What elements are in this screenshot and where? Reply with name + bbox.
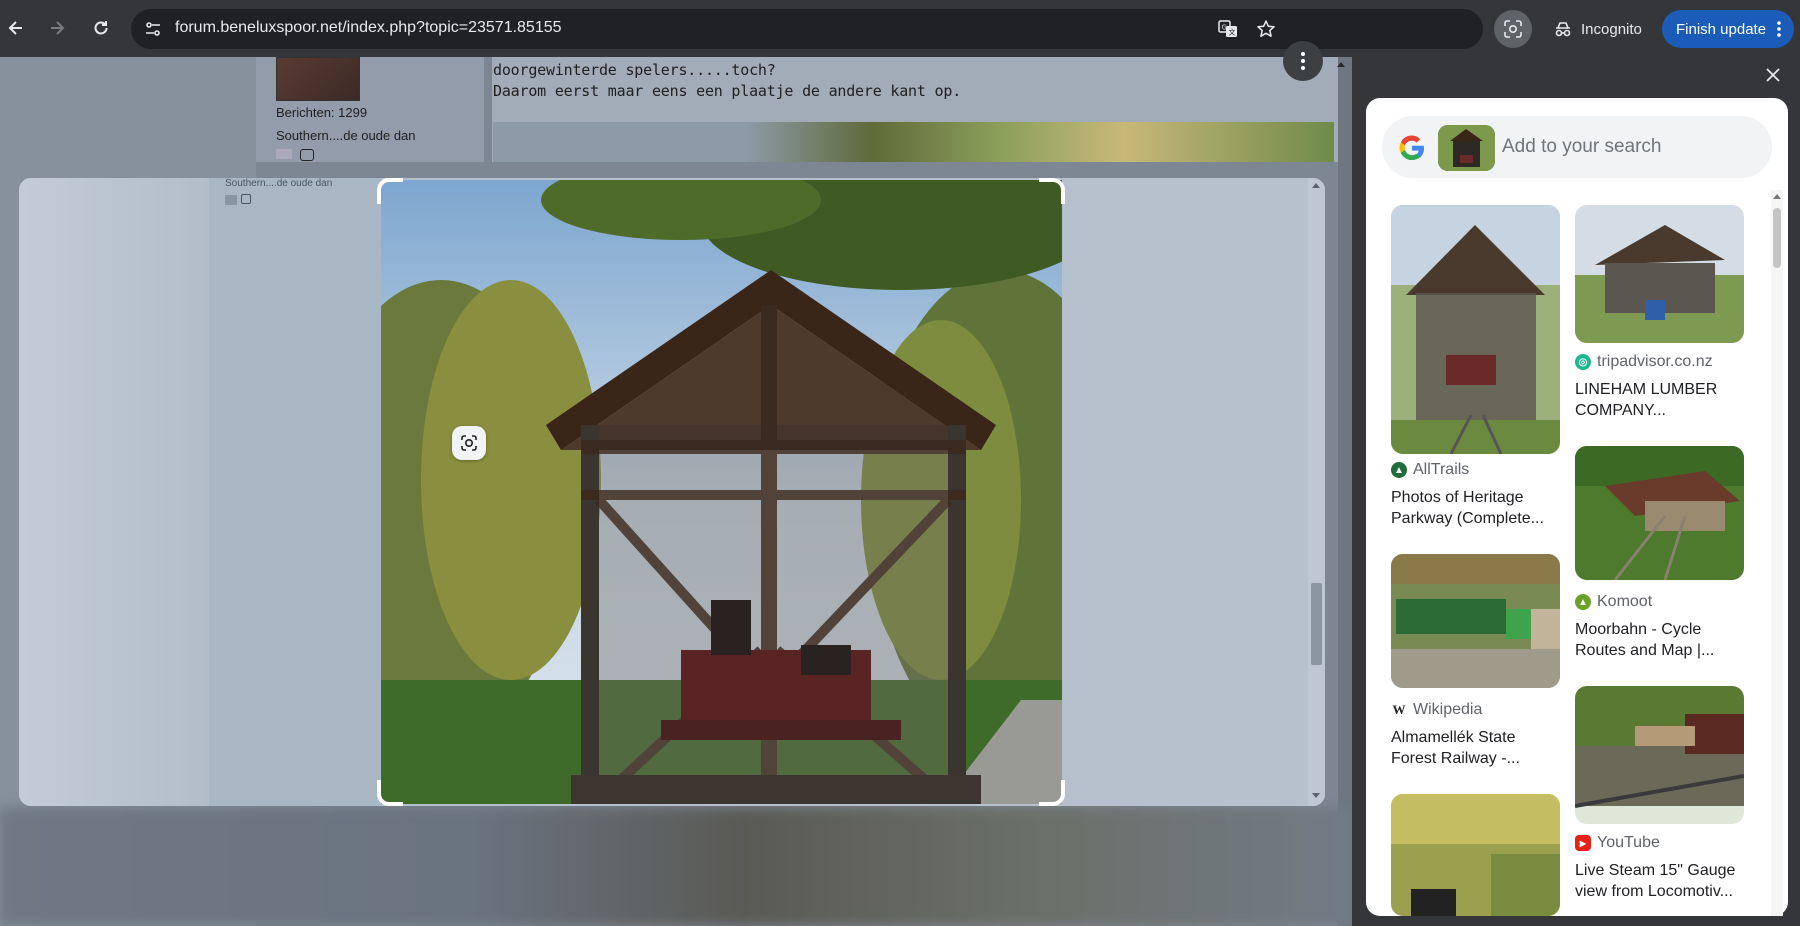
result-source-label: YouTube <box>1597 834 1660 851</box>
url-text[interactable]: forum.beneluxspoor.net/index.php?topic=2… <box>175 19 562 37</box>
post-line-1: doorgewinterde spelers.....toch? <box>493 61 776 79</box>
overlay-scroll-up[interactable] <box>1312 183 1320 188</box>
overlay-scroll-thumb[interactable] <box>1311 583 1322 665</box>
address-bar[interactable]: forum.beneluxspoor.net/index.php?topic=2… <box>131 9 1483 49</box>
lens-icon <box>1504 20 1522 38</box>
message-icon[interactable] <box>300 149 314 161</box>
overlay-scroll-down[interactable] <box>1312 793 1320 798</box>
incognito-indicator[interactable]: Incognito <box>1543 10 1656 48</box>
result-image-3[interactable] <box>1575 446 1744 580</box>
selection-thumbnail[interactable] <box>1438 125 1495 171</box>
results-scrollbar[interactable] <box>1771 190 1783 916</box>
site-info-icon <box>146 22 160 36</box>
reload-icon <box>94 21 108 35</box>
svg-text:文: 文 <box>1229 28 1236 37</box>
post-line-2: Daarom eerst maar eens een plaatje de an… <box>493 82 962 100</box>
selected-photo[interactable] <box>381 180 1062 804</box>
result-title-4[interactable]: Almamellék State Forest Railway -... <box>1391 727 1561 769</box>
close-icon <box>1766 68 1780 82</box>
overlay-left <box>19 178 209 806</box>
incognito-icon <box>1555 22 1571 37</box>
selection-corner-top-left[interactable] <box>377 178 403 204</box>
overlay-member-column <box>209 178 381 806</box>
avatar[interactable] <box>276 57 360 101</box>
result-source-5[interactable]: ▶ YouTube <box>1575 834 1660 852</box>
results-scroll-thumb[interactable] <box>1773 208 1781 268</box>
site-info-button[interactable] <box>139 15 167 43</box>
more-vert-icon <box>1777 21 1781 37</box>
lens-toolbar-button[interactable] <box>1494 10 1532 48</box>
alltrails-favicon: ▲ <box>1391 462 1407 478</box>
result-image-1[interactable] <box>1391 205 1560 454</box>
selection-corner-bottom-right[interactable] <box>1039 780 1065 806</box>
result-title-1[interactable]: Photos of Heritage Parkway (Complete... <box>1391 487 1561 529</box>
overlay-member-icon <box>225 195 237 205</box>
lens-icon <box>461 435 477 451</box>
tripadvisor-favicon: ◎ <box>1575 354 1591 370</box>
result-title-3[interactable]: Moorbahn - Cycle Routes and Map |... <box>1575 619 1745 661</box>
result-source-4[interactable]: W Wikipedia <box>1391 701 1482 719</box>
finish-update-label: Finish update <box>1676 20 1767 38</box>
page-more-button[interactable] <box>1283 41 1323 81</box>
close-side-panel-button[interactable] <box>1760 62 1786 88</box>
back-icon <box>8 21 22 35</box>
overlay-member-text: Southern....de oude dan <box>225 178 333 189</box>
result-source-label: tripadvisor.co.nz <box>1597 353 1713 370</box>
back-button[interactable] <box>2 14 30 42</box>
result-title-2[interactable]: LINEHAM LUMBER COMPANY... <box>1575 379 1745 421</box>
result-image-6[interactable] <box>1391 794 1560 916</box>
result-image-4[interactable] <box>1391 554 1560 688</box>
forward-button[interactable] <box>43 14 71 42</box>
results-scroll-up[interactable] <box>1773 194 1781 199</box>
youtube-favicon: ▶ <box>1575 835 1591 851</box>
selection-corner-top-right[interactable] <box>1039 178 1065 204</box>
wikipedia-favicon: W <box>1391 702 1407 718</box>
lens-search-chip[interactable] <box>452 426 486 460</box>
member-icon-1[interactable] <box>276 149 292 159</box>
scroll-up-arrow[interactable] <box>1337 62 1345 67</box>
selection-corner-bottom-left[interactable] <box>377 780 403 806</box>
post-count: Berichten: 1299 <box>276 105 368 120</box>
member-text: Southern....de oude dan <box>276 128 416 143</box>
forward-icon <box>51 21 65 35</box>
result-source-label: AllTrails <box>1413 461 1470 478</box>
translate-button[interactable]: G文 <box>1216 17 1240 41</box>
result-image-2[interactable] <box>1575 205 1744 343</box>
result-source-label: Komoot <box>1597 593 1653 610</box>
incognito-label: Incognito <box>1581 20 1642 38</box>
result-source-3[interactable]: ▲ Komoot <box>1575 593 1652 611</box>
google-logo <box>1399 135 1425 161</box>
result-image-5[interactable] <box>1575 686 1744 824</box>
result-source-label: Wikipedia <box>1413 701 1483 718</box>
reload-button[interactable] <box>87 14 115 42</box>
result-source-1[interactable]: ▲ AllTrails <box>1391 461 1469 479</box>
more-vert-icon <box>1301 52 1305 70</box>
page-bottom <box>0 807 1352 926</box>
page-scrollbar[interactable] <box>1338 57 1352 926</box>
overlay-message-icon <box>241 194 251 204</box>
bookmark-button[interactable] <box>1254 17 1278 41</box>
post-image[interactable] <box>493 122 1334 162</box>
finish-update-button[interactable]: Finish update <box>1662 10 1794 48</box>
translate-icon: G文 <box>1218 20 1237 37</box>
svg-text:G: G <box>1222 24 1227 32</box>
lens-search-placeholder[interactable]: Add to your search <box>1502 136 1661 158</box>
overlay-scrollbar[interactable] <box>1308 178 1325 806</box>
shed-photo <box>381 180 1062 804</box>
result-title-5[interactable]: Live Steam 15" Gauge view from Locomotiv… <box>1575 860 1745 902</box>
komoot-favicon: ▲ <box>1575 594 1591 610</box>
overlay-right <box>1073 178 1325 806</box>
result-source-2[interactable]: ◎ tripadvisor.co.nz <box>1575 353 1713 371</box>
bookmark-star-icon <box>1257 20 1275 37</box>
browser-toolbar: forum.beneluxspoor.net/index.php?topic=2… <box>0 0 1800 57</box>
